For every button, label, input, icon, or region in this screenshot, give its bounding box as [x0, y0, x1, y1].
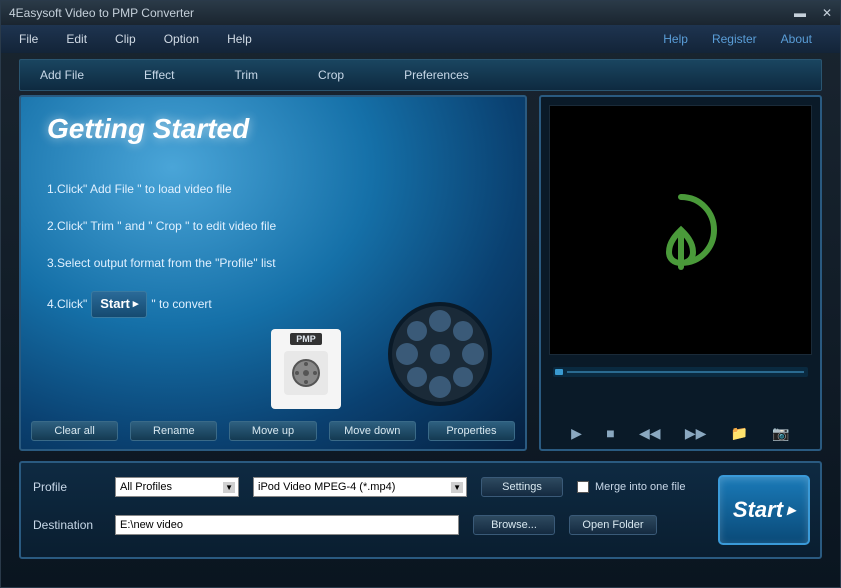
player-controls: ▶ ■ ◀◀ ▶▶ 📁 📷	[541, 417, 820, 449]
list-buttons: Clear all Rename Move up Move down Prope…	[31, 421, 515, 441]
timeline-track	[567, 371, 804, 373]
profile-format-select[interactable]: iPod Video MPEG-4 (*.mp4)	[253, 477, 467, 497]
menubar-right: Help Register About	[663, 32, 832, 46]
prev-icon[interactable]: ◀◀	[639, 425, 661, 442]
menubar-left: File Edit Clip Option Help	[9, 32, 252, 46]
destination-input[interactable]: E:\new video	[115, 515, 459, 535]
tool-trim[interactable]: Trim	[235, 68, 259, 82]
profile-category-select[interactable]: All Profiles	[115, 477, 239, 497]
timeline[interactable]	[553, 367, 808, 377]
preview-screen	[549, 105, 812, 355]
gs-step-2: 2.Click" Trim " and " Crop " to edit vid…	[47, 218, 276, 235]
start-button[interactable]: Start	[718, 475, 810, 545]
destination-row: Destination E:\new video Browse... Open …	[33, 515, 686, 535]
window-title: 4Easysoft Video to PMP Converter	[9, 6, 194, 20]
settings-button[interactable]: Settings	[481, 477, 563, 497]
menubar: File Edit Clip Option Help Help Register…	[1, 25, 840, 53]
gs-step-1: 1.Click" Add File " to load video file	[47, 181, 276, 198]
snapshot-icon[interactable]: 📷	[772, 425, 789, 442]
tool-preferences[interactable]: Preferences	[404, 68, 469, 82]
pmp-screen-icon	[284, 351, 328, 395]
toolbar: Add File Effect Trim Crop Preferences	[19, 59, 822, 91]
preview-panel: ▶ ■ ◀◀ ▶▶ 📁 📷	[539, 95, 822, 451]
merge-label: Merge into one file	[595, 481, 686, 493]
tool-crop[interactable]: Crop	[318, 68, 344, 82]
app-window: 4Easysoft Video to PMP Converter ▬ ✕ Fil…	[0, 0, 841, 588]
titlebar: 4Easysoft Video to PMP Converter ▬ ✕	[1, 1, 840, 25]
play-icon[interactable]: ▶	[571, 425, 582, 442]
profile-row: Profile All Profiles iPod Video MPEG-4 (…	[33, 477, 686, 497]
pmp-label: PMP	[290, 333, 322, 345]
bottom-panel: Profile All Profiles iPod Video MPEG-4 (…	[19, 461, 822, 559]
timeline-handle[interactable]	[555, 369, 563, 375]
film-reel-icon	[385, 299, 495, 409]
tool-effect[interactable]: Effect	[144, 68, 174, 82]
pmp-device-icon: PMP	[271, 329, 341, 409]
form-area: Profile All Profiles iPod Video MPEG-4 (…	[33, 477, 686, 543]
properties-button[interactable]: Properties	[428, 421, 515, 441]
close-icon[interactable]: ✕	[822, 6, 832, 20]
merge-checkbox-group[interactable]: Merge into one file	[577, 481, 686, 493]
gs-steps: 1.Click" Add File " to load video file 2…	[47, 181, 276, 338]
minimize-icon[interactable]: ▬	[794, 6, 806, 20]
getting-started-panel: Getting Started 1.Click" Add File " to l…	[19, 95, 527, 451]
folder-icon[interactable]: 📁	[731, 425, 748, 442]
gs-title: Getting Started	[47, 113, 249, 145]
gs-step-4: 4.Click" Start " to convert	[47, 291, 276, 317]
logo-icon	[636, 185, 726, 275]
destination-label: Destination	[33, 518, 101, 532]
clear-all-button[interactable]: Clear all	[31, 421, 118, 441]
gs-step-4-post: " to convert	[151, 296, 211, 313]
menu-clip[interactable]: Clip	[115, 32, 136, 46]
open-folder-button[interactable]: Open Folder	[569, 515, 657, 535]
browse-button[interactable]: Browse...	[473, 515, 555, 535]
tool-add-file[interactable]: Add File	[40, 68, 84, 82]
link-about[interactable]: About	[781, 32, 812, 46]
gs-step-3: 3.Select output format from the "Profile…	[47, 255, 276, 272]
menu-file[interactable]: File	[19, 32, 38, 46]
start-chip: Start	[91, 291, 147, 317]
menu-help[interactable]: Help	[227, 32, 252, 46]
next-icon[interactable]: ▶▶	[685, 425, 707, 442]
window-controls: ▬ ✕	[794, 6, 832, 20]
stop-icon[interactable]: ■	[606, 425, 614, 441]
rename-button[interactable]: Rename	[130, 421, 217, 441]
menu-option[interactable]: Option	[164, 32, 199, 46]
merge-checkbox[interactable]	[577, 481, 589, 493]
link-register[interactable]: Register	[712, 32, 757, 46]
gs-step-4-pre: 4.Click"	[47, 296, 87, 313]
profile-label: Profile	[33, 480, 101, 494]
main-area: Getting Started 1.Click" Add File " to l…	[1, 95, 840, 451]
move-down-button[interactable]: Move down	[329, 421, 416, 441]
move-up-button[interactable]: Move up	[229, 421, 316, 441]
link-help[interactable]: Help	[663, 32, 688, 46]
menu-edit[interactable]: Edit	[66, 32, 87, 46]
